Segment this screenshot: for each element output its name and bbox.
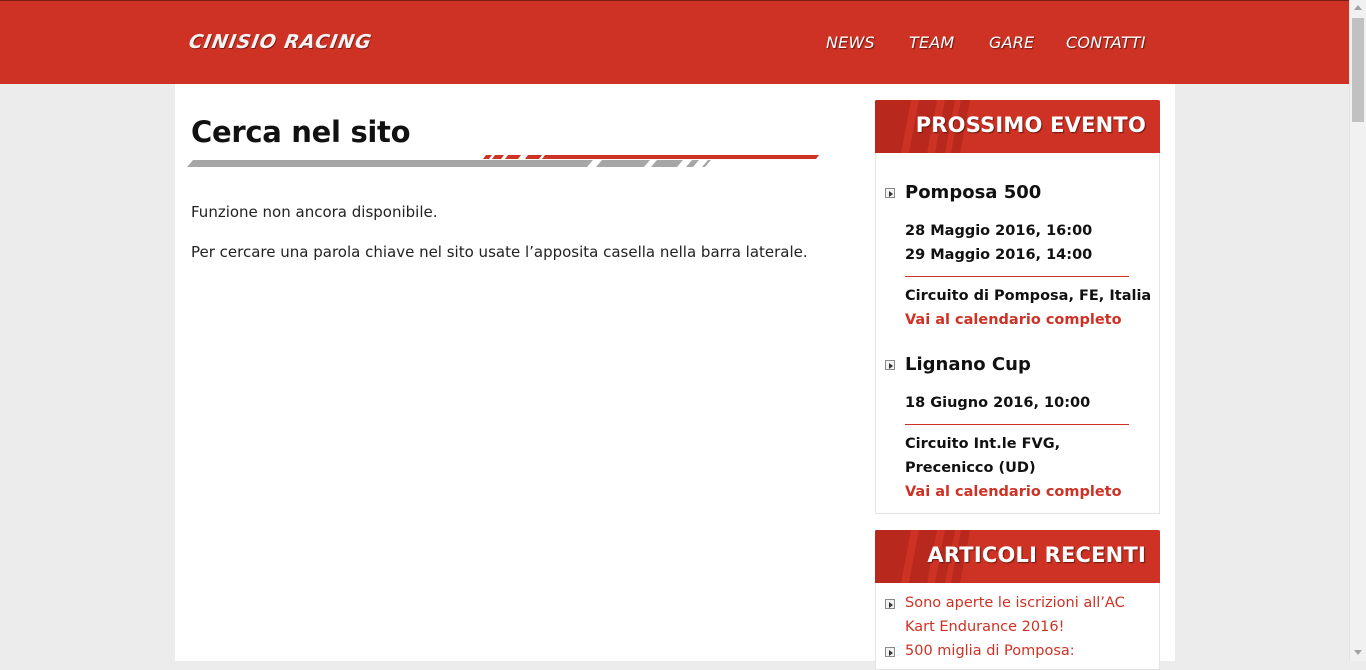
page-title: Cerca nel sito [191, 115, 411, 149]
nav-contatti[interactable]: CONTATTI [1066, 33, 1146, 52]
page-scrollbar[interactable] [1349, 0, 1366, 661]
widget-header: ARTICOLI RECENTI [875, 530, 1160, 583]
event-name: Pomposa 500 [905, 182, 1042, 203]
calendar-link[interactable]: Vai al calendario completo [905, 484, 1122, 500]
play-bullet-icon [885, 188, 895, 198]
unavailable-message: Funzione non ancora disponibile. [191, 203, 438, 221]
article-link[interactable]: Kart Endurance 2016! [905, 619, 1064, 635]
event-location: Circuito di Pomposa, FE, Italia [905, 288, 1152, 304]
site-header: CINISIO RACING NEWS TEAM GARE CONTATTI [0, 1, 1349, 84]
widget-title: ARTICOLI RECENTI [927, 543, 1146, 567]
widget-header: PROSSIMO EVENTO [875, 100, 1160, 153]
event-name: Lignano Cup [905, 354, 1031, 375]
scrollbar-thumb[interactable] [1352, 18, 1364, 122]
title-stripe-decoration [187, 155, 819, 167]
event-date: 28 Maggio 2016, 16:00 [905, 223, 1093, 239]
nav-team[interactable]: TEAM [909, 33, 954, 52]
play-bullet-icon [885, 599, 895, 609]
play-bullet-icon [885, 647, 895, 657]
event-divider [905, 424, 1129, 425]
main-nav: NEWS TEAM GARE CONTATTI [0, 33, 1349, 55]
event-date: 29 Maggio 2016, 14:00 [905, 247, 1093, 263]
search-hint: Per cercare una parola chiave nel sito u… [191, 243, 808, 261]
nav-news[interactable]: NEWS [826, 33, 875, 52]
event-location: Precenicco (UD) [905, 460, 1036, 476]
article-link[interactable]: Sono aperte le iscrizioni all’AC [905, 595, 1125, 611]
event-divider [905, 276, 1129, 277]
play-bullet-icon [885, 360, 895, 370]
widget-title: PROSSIMO EVENTO [915, 113, 1146, 137]
calendar-link[interactable]: Vai al calendario completo [905, 312, 1122, 328]
nav-gare[interactable]: GARE [989, 33, 1034, 52]
article-link[interactable]: 500 miglia di Pomposa: [905, 643, 1075, 659]
event-date: 18 Giugno 2016, 10:00 [905, 395, 1091, 411]
scroll-down-arrow-icon[interactable] [1354, 650, 1362, 655]
event-location: Circuito Int.le FVG, [905, 436, 1061, 452]
scroll-up-arrow-icon[interactable] [1354, 5, 1362, 10]
